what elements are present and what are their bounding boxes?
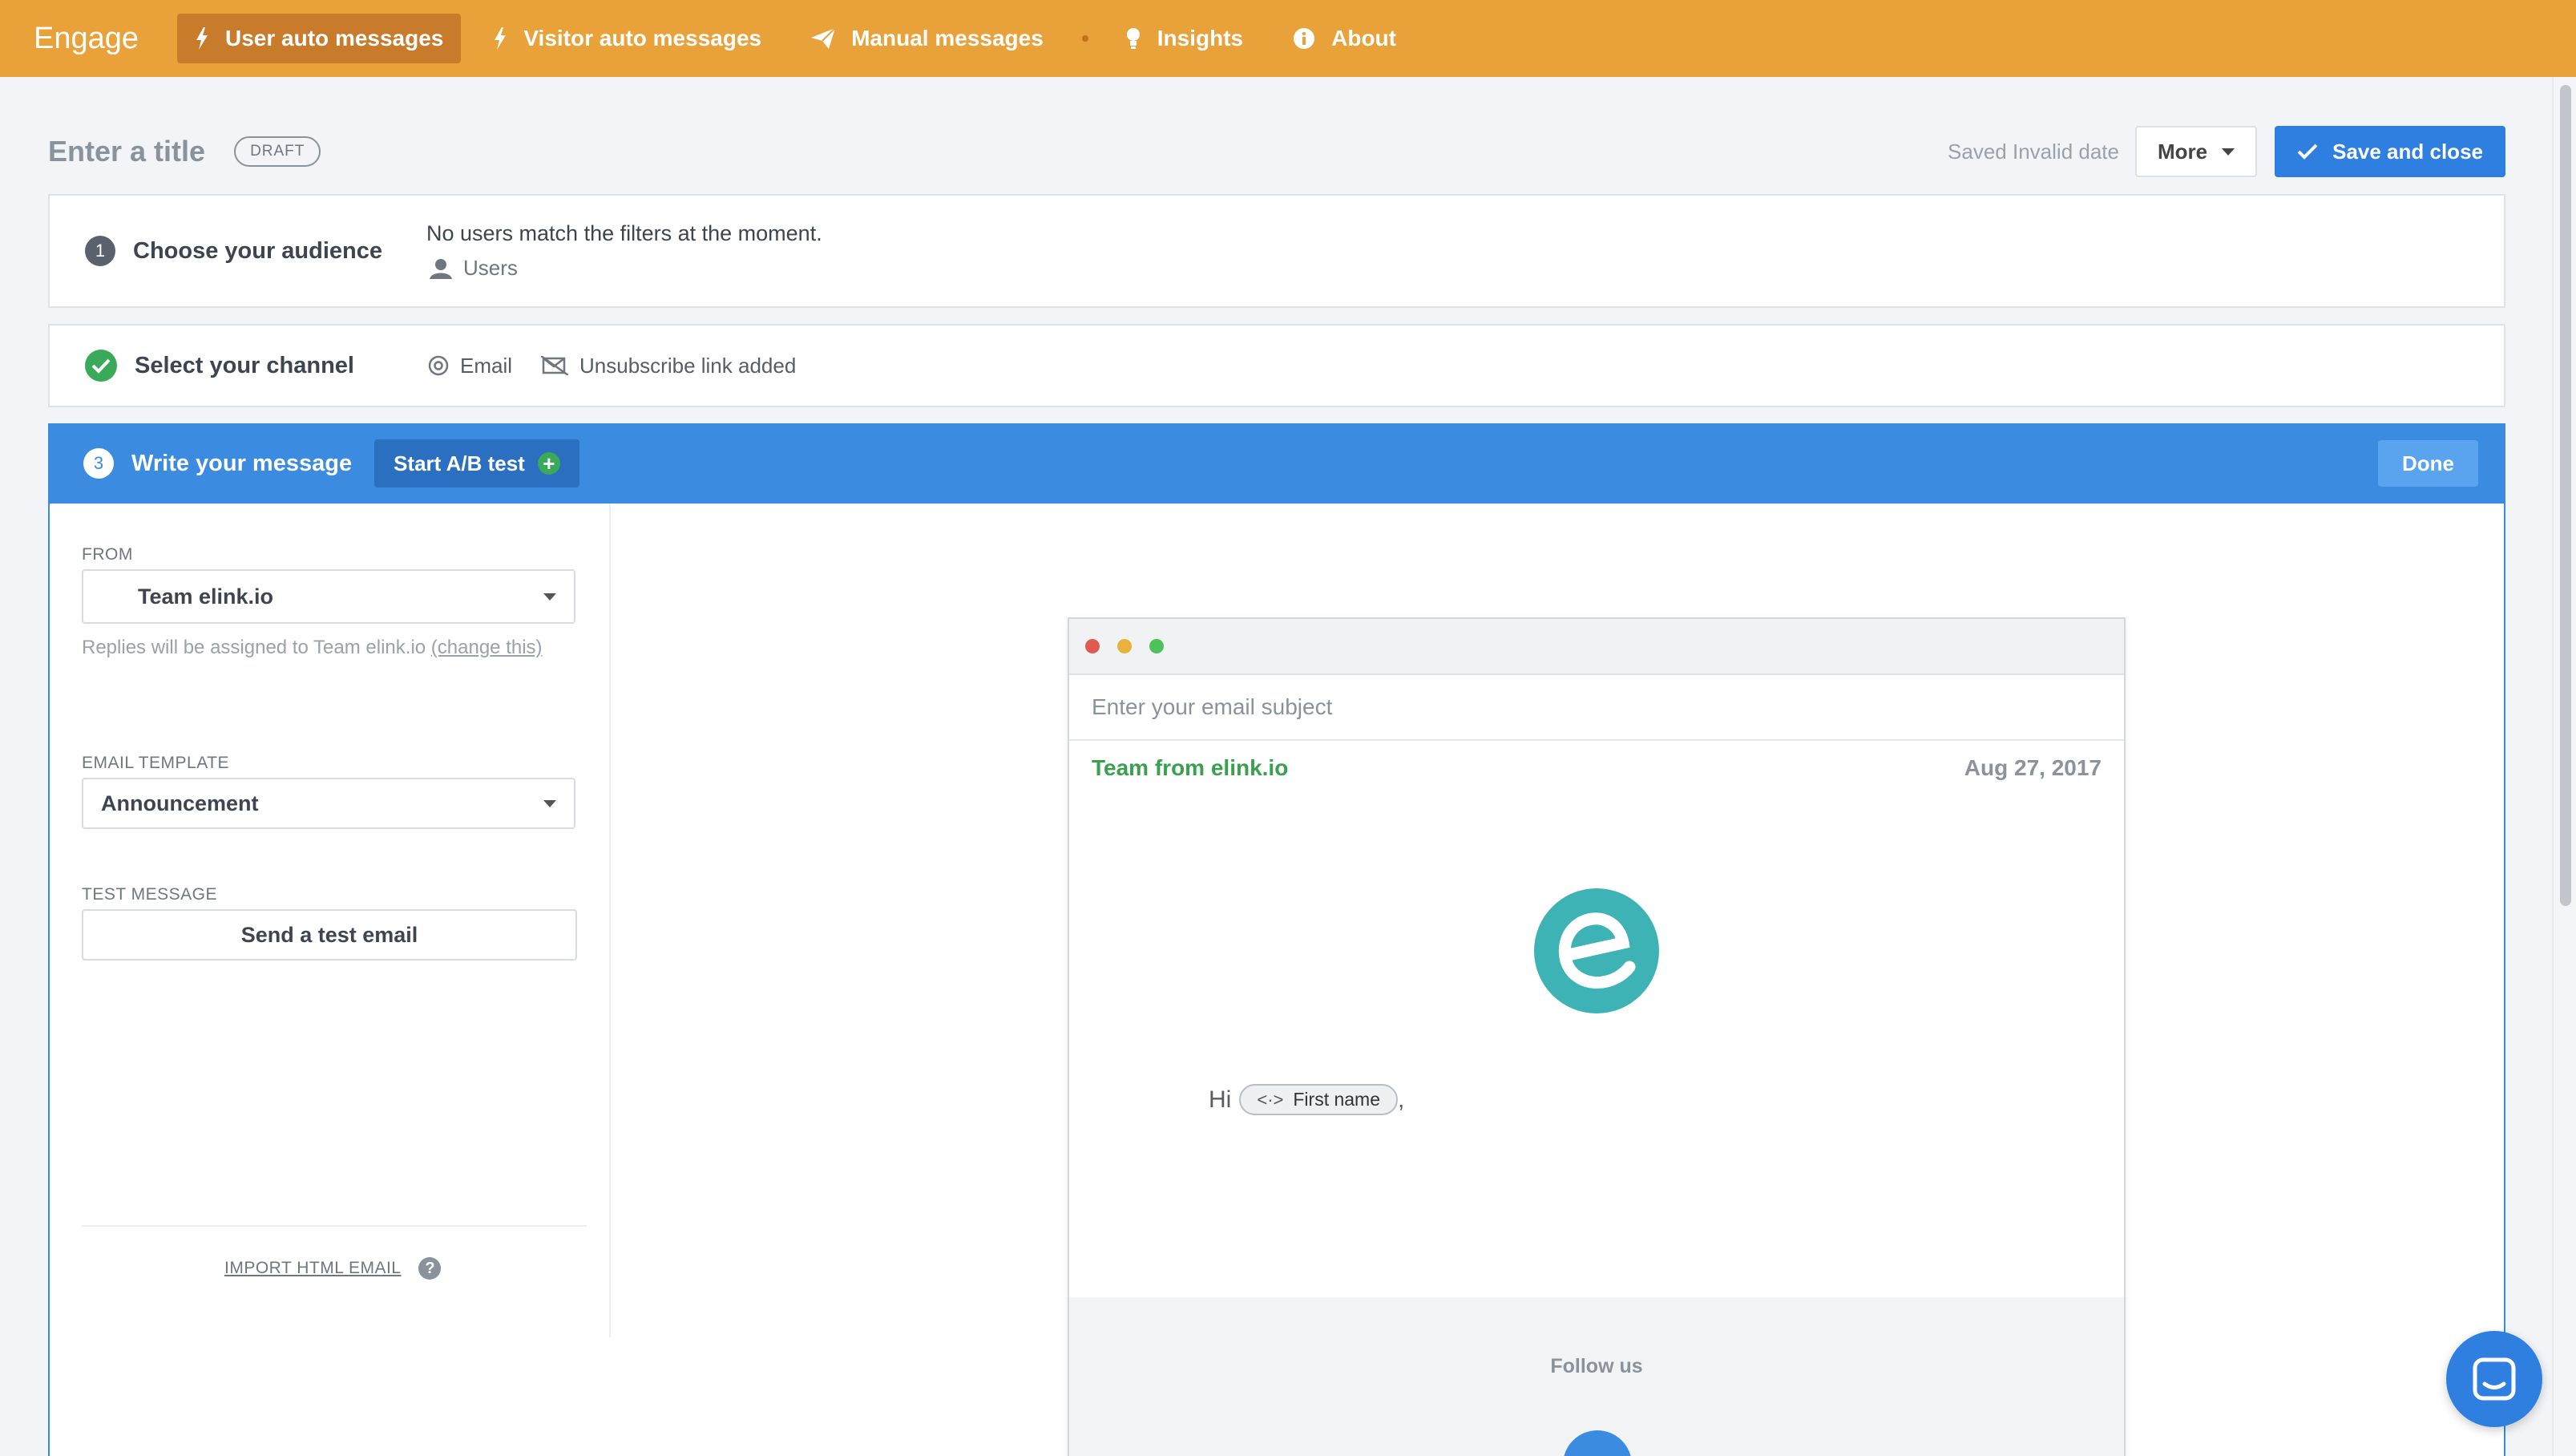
step-choose-audience[interactable]: 1 Choose your audience No users match th… [48,194,2505,308]
step-title: Write your message [131,450,353,476]
nav-insights[interactable]: Insights [1108,14,1261,63]
info-icon [1294,28,1315,49]
message-editor: FROM Team elink.io Replies will be assig… [48,504,2505,1456]
audience-users: Users [426,256,822,281]
helper-text: Replies will be assigned to Team elink.i… [82,637,431,658]
greeting-suffix: , [1398,1086,1405,1113]
user-icon [430,258,452,279]
saved-status: Saved Invalid date [1948,139,2119,164]
step-write-message-header: 3 Write your message Start A/B test + Do… [48,423,2505,504]
title-row: Enter a title DRAFT Saved Invalid date M… [48,125,2505,178]
email-date: Aug 27, 2017 [1964,755,2102,780]
nav-separator-dot [1081,35,1088,42]
nav-label: Manual messages [851,26,1044,51]
users-label: Users [463,256,518,280]
more-label: More [2157,139,2208,164]
page-scrollbar[interactable] [2552,77,2576,1456]
brand-logo[interactable]: Engage [34,22,139,56]
page-title[interactable]: Enter a title [48,135,205,168]
import-html-row: IMPORT HTML EMAIL ? [224,1257,442,1280]
at-sign-icon [428,355,449,376]
email-greeting: Hi <·> First name , [1209,1084,1404,1115]
channel-email: Email [428,354,512,378]
title-actions: Saved Invalid date More Save and close [1948,126,2505,177]
import-html-email-link[interactable]: IMPORT HTML EMAIL [224,1259,401,1278]
mail-off-icon [541,356,569,375]
nav-label: About [1331,26,1396,51]
save-and-close-button[interactable]: Save and close [2275,126,2505,177]
send-test-email-button[interactable]: Send a test email [82,909,577,961]
window-close-dot [1085,639,1100,653]
merge-tag-label: First name [1293,1089,1381,1110]
caret-down-icon [543,593,556,601]
social-icon[interactable] [1563,1430,1632,1456]
caret-down-icon [543,799,556,807]
elink-logo [1534,888,1659,1013]
bolt-icon [196,27,208,50]
audience-summary: No users match the filters at the moment… [426,221,822,281]
paper-plane-icon [811,28,836,49]
save-label: Save and close [2332,139,2483,164]
audience-message: No users match the filters at the moment… [426,221,822,245]
chat-icon [2473,1357,2516,1401]
top-navbar: Engage User auto messages Visitor auto m… [0,0,2576,77]
window-zoom-dot [1149,639,1164,653]
nav-user-auto-messages[interactable]: User auto messages [177,14,462,63]
status-badge: DRAFT [234,136,321,167]
bolt-icon [495,27,507,50]
from-select[interactable]: Team elink.io [82,569,575,624]
chat-launcher-button[interactable] [2446,1331,2542,1427]
from-value: Team elink.io [138,584,274,609]
change-assignee-link[interactable]: (change this) [431,637,543,658]
check-circle-icon [85,350,117,382]
done-button[interactable]: Done [2378,440,2478,487]
step-title: Select your channel [135,352,354,378]
checkmark-icon [2297,144,2318,160]
step-number: 1 [85,236,115,266]
code-icon: <·> [1257,1089,1284,1110]
channel-unsubscribe: Unsubscribe link added [541,354,796,378]
more-button[interactable]: More [2134,126,2258,177]
merge-tag-first-name[interactable]: <·> First name [1239,1084,1399,1115]
nav-about[interactable]: About [1275,14,1414,63]
template-value: Announcement [101,791,259,815]
email-label: Email [460,353,513,378]
reply-helper-text: Replies will be assigned to Team elink.i… [82,632,563,664]
email-meta: Team from elink.io Aug 27, 2017 [1069,755,2124,781]
lightbulb-icon [1126,28,1140,49]
email-template-select[interactable]: Announcement [82,778,575,829]
help-icon[interactable]: ? [418,1257,442,1280]
nav-label: Visitor auto messages [523,26,762,51]
from-label: FROM [82,545,133,564]
unsubscribe-label: Unsubscribe link added [579,353,797,378]
email-template-label: EMAIL TEMPLATE [82,754,229,772]
scrollbar-thumb[interactable] [2560,85,2571,906]
window-minimize-dot [1117,639,1132,653]
step-select-channel[interactable]: Select your channel Email Unsubscribe li… [48,324,2505,407]
nav-visitor-auto-messages[interactable]: Visitor auto messages [475,14,779,63]
email-sender: Team from elink.io [1092,755,1289,780]
caret-down-icon [2222,148,2235,156]
nav-manual-messages[interactable]: Manual messages [793,14,1061,63]
test-message-label: TEST MESSAGE [82,885,217,904]
window-titlebar [1069,619,2124,675]
greeting-text: Hi [1209,1086,1232,1113]
nav-label: Insights [1157,26,1244,51]
email-preview: Team from elink.io Aug 27, 2017 Hi <·> F… [1068,617,2126,1456]
email-subject-input[interactable] [1069,675,2124,741]
start-ab-test-button[interactable]: Start A/B test + [374,439,579,487]
divider [82,1225,587,1227]
step-title: Choose your audience [133,237,383,264]
elink-e-icon [1558,912,1636,989]
step-number: 3 [83,448,114,479]
ab-label: Start A/B test [394,451,525,475]
follow-us-heading: Follow us [1550,1355,1643,1377]
nav-label: User auto messages [225,26,444,51]
email-footer: Follow us [1069,1297,2124,1456]
plus-icon: + [537,452,560,475]
message-settings-panel: FROM Team elink.io Replies will be assig… [82,504,611,1337]
